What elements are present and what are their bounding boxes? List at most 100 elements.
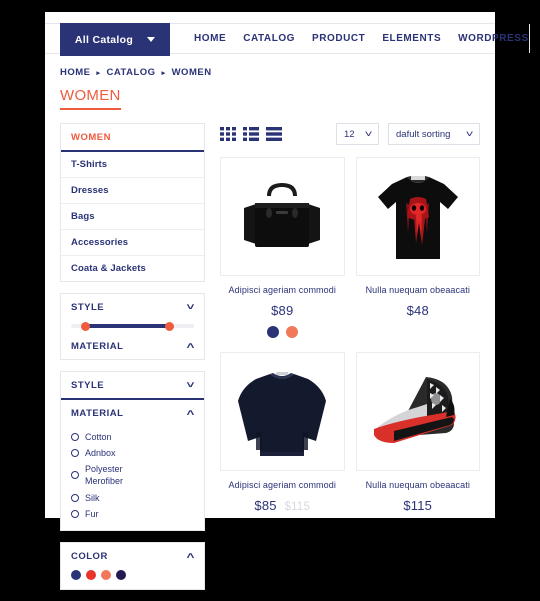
product-price-current: $89 xyxy=(271,303,293,318)
category-list: T-Shirts Dresses Bags Accessories Coata … xyxy=(61,152,204,281)
chevron-up-icon: ˄ xyxy=(187,552,196,561)
breadcrumb-separator-icon: ▸ xyxy=(97,69,101,77)
product-color-salmon[interactable] xyxy=(286,326,298,338)
material-heading-label-2: MATERIAL xyxy=(71,408,123,419)
material-label-adnbox: Adnbox xyxy=(85,447,116,459)
product-price: $85 $115 xyxy=(220,498,345,513)
color-filter-widget: COLOR ˄ xyxy=(60,542,205,590)
radio-icon xyxy=(71,433,79,441)
view-mode-switcher xyxy=(220,127,282,141)
color-swatch-list xyxy=(61,569,204,589)
content-area: WOMEN T-Shirts Dresses Bags Accessories … xyxy=(45,110,495,601)
chevron-up-icon: ˄ xyxy=(187,342,196,351)
search-button[interactable] xyxy=(529,24,540,53)
categories-heading-label: WOMEN xyxy=(71,132,111,143)
chevron-down-icon: ˅ xyxy=(187,303,196,312)
sidebar-item-dresses[interactable]: Dresses xyxy=(61,177,204,203)
product-image-tshirt[interactable] xyxy=(356,157,481,276)
list-view-icon[interactable] xyxy=(243,127,259,141)
style-heading-label-2: STYLE xyxy=(71,380,104,391)
radio-icon xyxy=(71,471,79,479)
material-heading-label: MATERIAL xyxy=(71,341,123,352)
nav-item-home[interactable]: HOME xyxy=(194,33,226,44)
sorting-value: dafult sorting xyxy=(396,129,450,140)
material-option-polyester-merofiber[interactable]: Polyester Merofiber xyxy=(71,461,194,489)
sidebar-heading-women[interactable]: WOMEN xyxy=(61,124,204,152)
filter-heading-material[interactable]: MATERIAL ˄ xyxy=(61,333,204,359)
product-color-navy[interactable] xyxy=(267,326,279,338)
product-image-sneaker[interactable] xyxy=(356,352,481,471)
product-price: $48 xyxy=(356,303,481,318)
categories-widget: WOMEN T-Shirts Dresses Bags Accessories … xyxy=(60,123,205,282)
nav-links: HOME CATALOG PRODUCT ELEMENTS WORDPRESS xyxy=(170,24,529,53)
product-card[interactable]: Nulla nuequam obeaacati $48 xyxy=(356,157,481,338)
breadcrumb: HOME ▸ CATALOG ▸ WOMEN xyxy=(45,54,495,78)
nav-item-elements[interactable]: ELEMENTS xyxy=(382,33,441,44)
listing-controls: 12 ˅ dafult sorting ˅ xyxy=(336,123,480,145)
nav-item-catalog[interactable]: CATALOG xyxy=(243,33,295,44)
tshirt-icon xyxy=(372,169,464,265)
breadcrumb-separator-icon: ▸ xyxy=(162,69,166,77)
material-label-cotton: Cotton xyxy=(85,431,112,443)
material-option-silk[interactable]: Silk xyxy=(71,490,194,506)
filter-heading-material-2[interactable]: MATERIAL ˄ xyxy=(61,400,204,426)
price-filter-widget: STYLE ˅ MATERIAL ˄ xyxy=(60,293,205,360)
color-swatch-salmon[interactable] xyxy=(101,570,111,580)
color-swatch-navy[interactable] xyxy=(71,570,81,580)
chevron-down-icon: ˅ xyxy=(465,130,473,139)
price-range-slider[interactable] xyxy=(61,320,204,333)
sidebar-item-coats-jackets[interactable]: Coata & Jackets xyxy=(61,255,204,281)
filter-heading-color[interactable]: COLOR ˄ xyxy=(61,543,204,569)
color-heading-label: COLOR xyxy=(71,551,108,562)
product-price-current: $48 xyxy=(407,303,429,318)
color-swatch-dark-navy[interactable] xyxy=(116,570,126,580)
radio-icon xyxy=(71,510,79,518)
product-title: Nulla nuequam obeaacati xyxy=(356,480,481,490)
sidebar: WOMEN T-Shirts Dresses Bags Accessories … xyxy=(60,123,205,601)
sidebar-item-bags[interactable]: Bags xyxy=(61,203,204,229)
product-card[interactable]: Nulla nuequam obeaacati $115 xyxy=(356,352,481,513)
breadcrumb-item-catalog[interactable]: CATALOG xyxy=(107,67,156,78)
sorting-select[interactable]: dafult sorting ˅ xyxy=(388,123,480,145)
product-title: Adipisci ageriam commodi xyxy=(220,285,345,295)
material-option-fur[interactable]: Fur xyxy=(71,506,194,522)
handbag-icon xyxy=(234,174,330,260)
grid-view-icon[interactable] xyxy=(220,127,236,141)
sidebar-item-tshirts[interactable]: T-Shirts xyxy=(61,152,204,177)
product-grid: Adipisci ageriam commodi $89 xyxy=(220,157,480,513)
color-swatch-red[interactable] xyxy=(86,570,96,580)
all-catalog-button[interactable]: All Catalog xyxy=(60,23,170,56)
product-price: $89 xyxy=(220,303,345,318)
radio-icon xyxy=(71,494,79,502)
sneaker-icon xyxy=(364,369,472,455)
slider-handle-min[interactable] xyxy=(81,322,90,331)
page-title: WOMEN xyxy=(60,87,121,110)
nav-item-wordpress[interactable]: WORDPRESS xyxy=(458,33,529,44)
filter-heading-style-2[interactable]: STYLE ˅ xyxy=(61,372,204,400)
chevron-down-icon: ˅ xyxy=(364,130,372,139)
slider-handle-max[interactable] xyxy=(165,322,174,331)
material-options: Cotton Adnbox Polyester Merofiber Silk xyxy=(61,426,204,530)
breadcrumb-item-women[interactable]: WOMEN xyxy=(172,67,212,78)
style-heading-label: STYLE xyxy=(71,302,104,313)
product-price-original: $115 xyxy=(285,501,311,513)
per-page-select[interactable]: 12 ˅ xyxy=(336,123,379,145)
radio-icon xyxy=(71,449,79,457)
product-card[interactable]: Adipisci ageriam commodi $89 xyxy=(220,157,345,338)
nav-item-product[interactable]: PRODUCT xyxy=(312,33,365,44)
material-label-silk: Silk xyxy=(85,492,100,504)
material-option-cotton[interactable]: Cotton xyxy=(71,429,194,445)
all-catalog-label: All Catalog xyxy=(75,34,133,46)
page-card: All Catalog HOME CATALOG PRODUCT ELEMENT… xyxy=(45,12,495,518)
filter-heading-style[interactable]: STYLE ˅ xyxy=(61,294,204,320)
product-image-handbag[interactable] xyxy=(220,157,345,276)
material-option-adnbox[interactable]: Adnbox xyxy=(71,445,194,461)
product-image-sweater[interactable] xyxy=(220,352,345,471)
breadcrumb-item-home[interactable]: HOME xyxy=(60,67,91,78)
row-view-icon[interactable] xyxy=(266,127,282,141)
slider-fill xyxy=(85,324,170,328)
sidebar-item-accessories[interactable]: Accessories xyxy=(61,229,204,255)
product-card[interactable]: Adipisci ageriam commodi $85 $115 xyxy=(220,352,345,513)
product-price-current: $85 xyxy=(254,498,276,513)
product-color-options xyxy=(220,326,345,338)
